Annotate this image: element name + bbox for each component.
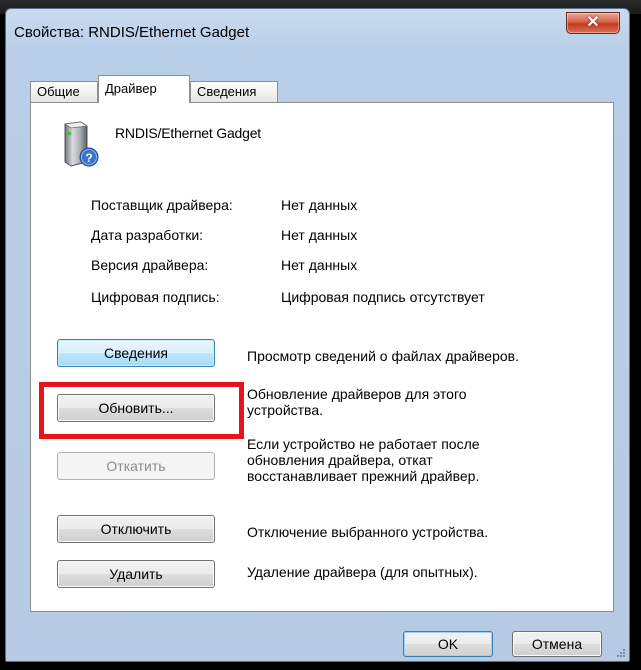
driver-version-label: Версия драйвера: xyxy=(91,257,209,273)
driver-date-label: Дата разработки: xyxy=(91,227,204,243)
digital-signer-label: Цифровая подпись: xyxy=(91,289,220,305)
title-bar[interactable]: Свойства: RNDIS/Ethernet Gadget ✕ xyxy=(6,9,629,47)
uninstall-driver-description: Удаление драйвера (для опытных). xyxy=(247,564,478,580)
resize-grip-icon[interactable] xyxy=(615,647,625,657)
update-driver-description: Обновление драйверов для этого устройств… xyxy=(247,386,467,418)
uninstall-driver-button[interactable]: Удалить xyxy=(57,560,215,588)
ok-button[interactable]: OK xyxy=(403,631,493,657)
tab-details[interactable]: Сведения xyxy=(190,81,278,102)
red-highlight-frame xyxy=(39,382,244,439)
roll-back-driver-button[interactable]: Откатить xyxy=(57,452,215,480)
roll-back-driver-description: Если устройство не работает после обновл… xyxy=(247,436,480,484)
driver-version-value: Нет данных xyxy=(281,257,358,273)
disable-device-button[interactable]: Отключить xyxy=(57,515,215,543)
properties-dialog: Свойства: RNDIS/Ethernet Gadget ✕ Общие … xyxy=(5,8,630,662)
window-title: Свойства: RNDIS/Ethernet Gadget xyxy=(14,24,250,41)
tab-general[interactable]: Общие xyxy=(30,81,98,102)
driver-provider-label: Поставщик драйвера: xyxy=(91,197,233,213)
driver-details-description: Просмотр сведений о файлах драйверов. xyxy=(247,348,519,364)
device-name: RNDIS/Ethernet Gadget xyxy=(115,125,261,141)
disable-device-description: Отключение выбранного устройства. xyxy=(247,524,489,540)
digital-signer-value: Цифровая подпись отсутствует xyxy=(281,289,485,305)
svg-text:?: ? xyxy=(85,151,92,165)
cancel-button[interactable]: Отмена xyxy=(512,631,602,657)
driver-provider-value: Нет данных xyxy=(281,197,358,213)
tab-driver[interactable]: Драйвер xyxy=(98,75,190,103)
close-icon: ✕ xyxy=(586,14,600,31)
close-button[interactable]: ✕ xyxy=(566,12,620,34)
tab-panel-driver: ? RNDIS/Ethernet Gadget Поставщик драйве… xyxy=(30,102,614,612)
driver-date-value: Нет данных xyxy=(281,227,358,243)
driver-details-button[interactable]: Сведения xyxy=(57,339,215,367)
unknown-device-icon: ? xyxy=(63,121,99,167)
